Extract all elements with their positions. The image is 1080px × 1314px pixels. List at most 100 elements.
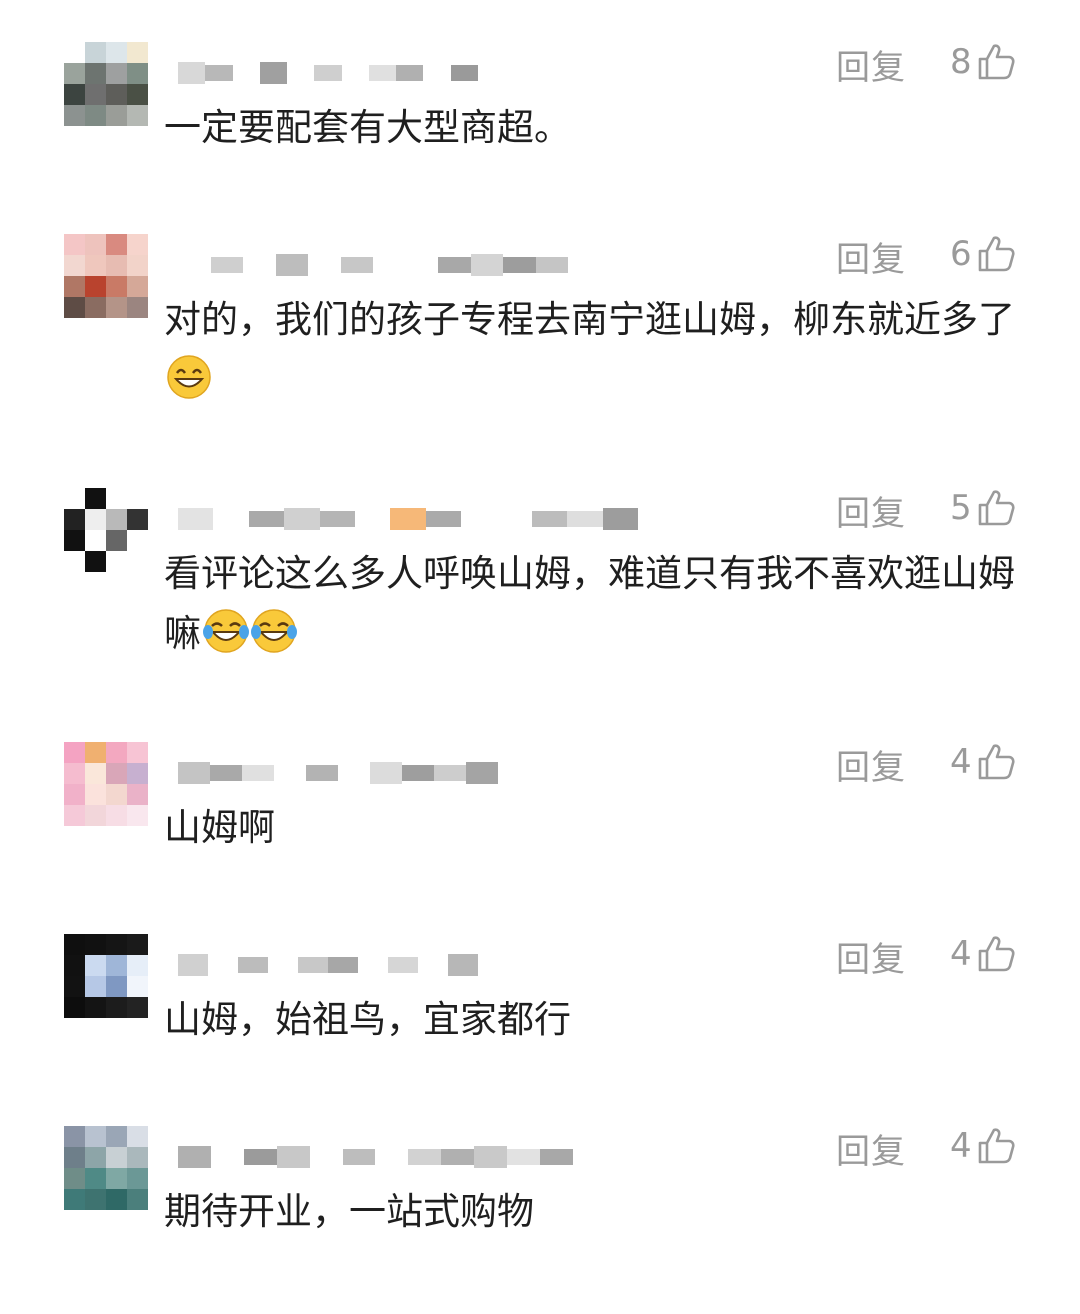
avatar-pixel — [85, 976, 106, 997]
avatar-pixel — [106, 934, 127, 955]
username-block — [309, 1149, 343, 1165]
avatar-pixel — [64, 763, 85, 784]
avatar-pixel — [64, 509, 85, 530]
avatar-pixel — [127, 805, 148, 826]
username-block — [390, 508, 426, 530]
like-button[interactable]: 8 — [950, 40, 1016, 84]
comment-text-content: 山姆，始祖鸟，宜家都行 — [164, 998, 571, 1041]
comment-text-content: 山姆啊 — [164, 806, 275, 849]
comment-text: 一定要配套有大型商超。 — [164, 98, 1024, 158]
like-button[interactable]: 6 — [950, 232, 1016, 276]
reply-button[interactable]: 回复 — [836, 232, 906, 281]
like-button[interactable]: 5 — [950, 486, 1016, 530]
reply-button[interactable]: 回复 — [836, 740, 906, 789]
avatar-pixel — [85, 1189, 106, 1210]
username-block — [341, 62, 369, 84]
username-block — [375, 1146, 409, 1168]
avatar-pixel — [64, 1168, 85, 1189]
avatar-pixel — [127, 84, 148, 105]
avatar[interactable] — [64, 934, 148, 1018]
username-pixelated[interactable] — [178, 950, 478, 980]
avatar-pixel — [64, 105, 85, 126]
username-block — [259, 62, 288, 84]
tears-of-joy-face-icon — [203, 609, 249, 653]
avatar-pixel — [127, 976, 148, 997]
username-block — [342, 1149, 376, 1165]
avatar-pixel — [85, 255, 106, 276]
avatar-pixel — [64, 276, 85, 297]
avatar-pixel — [64, 934, 85, 955]
avatar-pixel — [85, 805, 106, 826]
username-block — [284, 508, 320, 530]
avatar-pixel — [106, 42, 127, 63]
avatar-pixel — [64, 530, 85, 551]
avatar-pixel — [85, 1126, 106, 1147]
avatar-pixel — [64, 1189, 85, 1210]
username-block — [474, 1146, 508, 1168]
comment-item: 回复 5 看评论这么多人呼唤山姆，难道只有我不喜欢逛山姆嘛 — [0, 486, 1080, 676]
comment-item: 回复 6 对的，我们的孩子专程去南宁逛山姆，柳东就近多了 — [0, 232, 1080, 422]
username-block — [470, 254, 503, 276]
username-block — [496, 508, 532, 530]
comment-text: 山姆，始祖鸟，宜家都行 — [164, 990, 1024, 1050]
username-block — [208, 957, 238, 973]
comment-item: 回复 4 山姆啊 — [0, 740, 1080, 930]
username-block — [287, 65, 315, 81]
username-pixelated[interactable] — [178, 58, 478, 88]
username-block — [466, 762, 498, 784]
username-block — [567, 511, 603, 527]
avatar-pixel — [127, 763, 148, 784]
username-block — [535, 257, 568, 273]
reply-button[interactable]: 回复 — [836, 486, 906, 535]
avatar-pixel — [127, 1189, 148, 1210]
like-button[interactable]: 4 — [950, 932, 1016, 976]
avatar-pixel — [106, 1147, 127, 1168]
avatar-pixel — [127, 784, 148, 805]
avatar-pixel — [85, 997, 106, 1018]
avatar[interactable] — [64, 1126, 148, 1210]
username-block — [503, 257, 536, 273]
avatar-pixel — [106, 105, 127, 126]
avatar-pixel — [64, 997, 85, 1018]
avatar-pixel — [106, 1126, 127, 1147]
avatar[interactable] — [64, 234, 148, 318]
like-button[interactable]: 4 — [950, 740, 1016, 784]
avatar-pixel — [64, 955, 85, 976]
username-block — [448, 954, 478, 976]
avatar-pixel — [106, 255, 127, 276]
thumbs-up-icon — [978, 936, 1015, 972]
username-block — [328, 957, 358, 973]
avatar-pixel — [127, 234, 148, 255]
username-block — [370, 762, 402, 784]
avatar-pixel — [127, 934, 148, 955]
username-pixelated[interactable] — [178, 758, 498, 788]
username-block — [418, 957, 448, 973]
avatar-pixel — [106, 955, 127, 976]
username-block — [408, 1149, 442, 1165]
avatar-pixel — [106, 488, 127, 509]
avatar[interactable] — [64, 742, 148, 826]
username-block — [306, 765, 338, 781]
comment-item: 回复 4 期待开业，一站式购物 — [0, 1124, 1080, 1314]
avatar-pixel — [127, 530, 148, 551]
username-pixelated[interactable] — [178, 250, 568, 280]
username-block — [268, 954, 298, 976]
avatar[interactable] — [64, 488, 148, 572]
reply-button[interactable]: 回复 — [836, 1124, 906, 1173]
thumbs-up-icon — [978, 44, 1015, 80]
username-block — [242, 765, 274, 781]
avatar-pixel — [85, 551, 106, 572]
username-pixelated[interactable] — [178, 1142, 573, 1172]
avatar-pixel — [106, 763, 127, 784]
avatar[interactable] — [64, 42, 148, 126]
username-block — [402, 765, 434, 781]
username-block — [248, 511, 285, 527]
reply-button[interactable]: 回复 — [836, 932, 906, 981]
grinning-face-icon — [167, 355, 211, 399]
reply-button[interactable]: 回复 — [836, 40, 906, 89]
avatar-pixel — [85, 784, 106, 805]
username-block — [507, 1149, 540, 1165]
like-button[interactable]: 4 — [950, 1124, 1016, 1168]
username-pixelated[interactable] — [178, 504, 638, 534]
avatar-pixel — [106, 234, 127, 255]
